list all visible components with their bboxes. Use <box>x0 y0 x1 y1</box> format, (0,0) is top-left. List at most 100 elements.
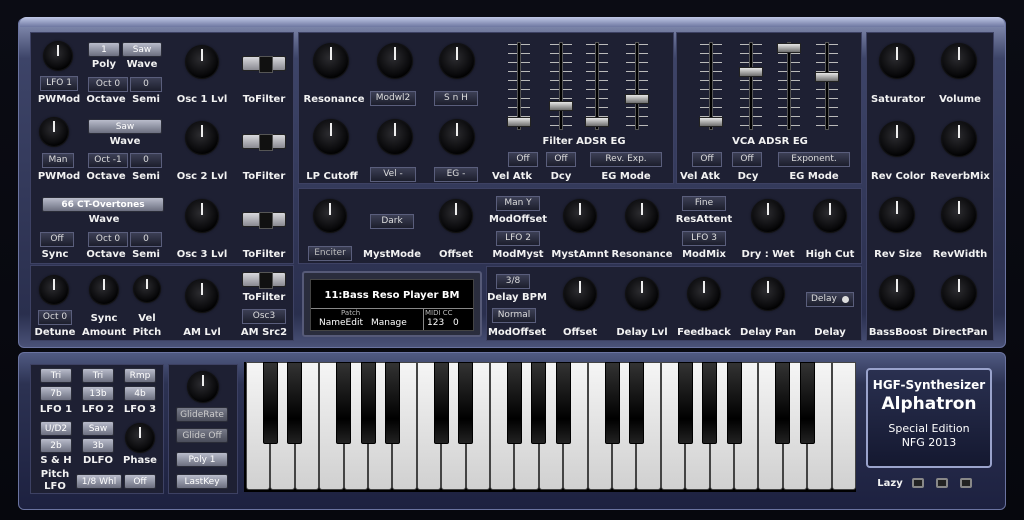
osc2-level-knob[interactable] <box>186 122 218 154</box>
dry-wet-knob[interactable] <box>752 200 784 232</box>
phase-knob[interactable] <box>126 424 154 452</box>
pitch-lfo-select[interactable]: 1/8 Whl <box>76 474 122 489</box>
rev-color-knob[interactable] <box>880 122 914 156</box>
vca-decay-slider[interactable] <box>739 67 763 77</box>
octave2-select[interactable]: Oct -1 <box>88 153 128 168</box>
delay-bpm-select[interactable]: 3/8 <box>496 274 530 289</box>
sh-wave-select[interactable]: U/D2 <box>40 421 72 436</box>
black-key[interactable] <box>775 362 791 444</box>
lfo2-rate-select[interactable]: 13b <box>82 386 114 401</box>
modmix-select[interactable]: LFO 3 <box>682 231 726 246</box>
black-key[interactable] <box>702 362 718 444</box>
sync-amount-knob[interactable] <box>90 276 118 304</box>
osc3-tofilter-switch[interactable] <box>242 212 286 229</box>
myst-modmyst-select[interactable]: LFO 2 <box>496 231 540 246</box>
wave1-select[interactable]: Saw <box>122 42 162 57</box>
man-select[interactable]: Man <box>42 153 74 168</box>
glide-rate-button[interactable]: GlideRate <box>176 407 228 422</box>
glide-off-button[interactable]: Glide Off <box>176 428 228 443</box>
black-key[interactable] <box>336 362 352 444</box>
black-key[interactable] <box>726 362 742 444</box>
reverb-mix-knob[interactable] <box>942 122 976 156</box>
saturator-knob[interactable] <box>880 44 914 78</box>
high-cut-knob[interactable] <box>814 200 846 232</box>
res-attent-select[interactable]: Fine <box>682 196 726 211</box>
enciter-knob[interactable] <box>314 200 346 232</box>
vca-sustain-slider[interactable] <box>777 43 801 53</box>
midi-cc-number[interactable]: 123 <box>427 318 444 328</box>
black-key[interactable] <box>433 362 449 444</box>
lp-cutoff-knob[interactable] <box>314 120 348 154</box>
vca-velatk-toggle[interactable]: Off <box>692 152 722 167</box>
black-key[interactable] <box>531 362 547 444</box>
semi1-select[interactable]: 0 <box>130 77 162 92</box>
manage-button[interactable]: Manage <box>371 318 407 328</box>
filter-sustain-slider[interactable] <box>585 117 609 127</box>
black-key[interactable] <box>604 362 620 444</box>
dlfo-wave-select[interactable]: Saw <box>82 421 114 436</box>
modwl-select[interactable]: Modwl2 <box>370 91 416 106</box>
dlfo-rate-select[interactable]: 3b <box>82 438 114 453</box>
sh-rate-select[interactable]: 2b <box>40 438 72 453</box>
lfo2-wave-select[interactable]: Tri <box>82 368 114 383</box>
rev-width-knob[interactable] <box>942 198 976 232</box>
volume-knob[interactable] <box>942 44 976 78</box>
vel-filter-select[interactable]: Vel - <box>370 167 416 182</box>
wave3-select[interactable]: 66 CT-Overtones <box>42 197 164 212</box>
myst-amount-knob[interactable] <box>564 200 596 232</box>
poly-select[interactable]: 1 <box>88 42 120 57</box>
lfo3-wave-select[interactable]: Rmp <box>124 368 156 383</box>
vel-filter-knob[interactable] <box>378 120 412 154</box>
delay-offset-knob[interactable] <box>564 278 596 310</box>
eg-filter-select[interactable]: EG - <box>434 167 478 182</box>
black-key[interactable] <box>677 362 693 444</box>
wave2-select[interactable]: Saw <box>88 119 162 134</box>
filter-release-slider[interactable] <box>625 94 649 104</box>
poly-mode-button[interactable]: Poly 1 <box>176 452 228 467</box>
white-key[interactable] <box>831 362 856 490</box>
midi-cc-value[interactable]: 0 <box>453 318 459 328</box>
myst-offset-knob[interactable] <box>440 200 472 232</box>
am-level-knob[interactable] <box>186 280 218 312</box>
filter-egmode-select[interactable]: Rev. Exp. <box>590 152 662 167</box>
black-key[interactable] <box>287 362 303 444</box>
pwmod1-knob[interactable] <box>44 42 72 70</box>
delay-level-knob[interactable] <box>626 278 658 310</box>
vca-egmode-select[interactable]: Exponent. <box>778 152 850 167</box>
delay-toggle[interactable]: Delay <box>806 292 854 307</box>
glide-rate-knob[interactable] <box>188 372 218 402</box>
delay-modoffset-select[interactable]: Normal <box>492 308 536 323</box>
bass-boost-knob[interactable] <box>880 276 914 310</box>
feedback-knob[interactable] <box>688 278 720 310</box>
semi2-select[interactable]: 0 <box>130 153 162 168</box>
osc1-tofilter-switch[interactable] <box>242 56 286 73</box>
modwl-knob[interactable] <box>378 44 412 78</box>
sync-toggle[interactable]: Off <box>40 232 74 247</box>
vca-release-slider[interactable] <box>815 72 839 82</box>
octave1-select[interactable]: Oct 0 <box>88 77 128 92</box>
detune-knob[interactable] <box>40 276 68 304</box>
osc3-level-knob[interactable] <box>186 200 218 232</box>
snh-knob[interactable] <box>440 44 474 78</box>
osc2-tofilter-switch[interactable] <box>242 134 286 151</box>
lfo3-rate-select[interactable]: 4b <box>124 386 156 401</box>
black-key[interactable] <box>555 362 571 444</box>
am-src-select[interactable]: Osc3 <box>242 309 286 324</box>
delay-pan-knob[interactable] <box>752 278 784 310</box>
lazy-indicator-3[interactable] <box>960 478 972 488</box>
eg-filter-knob[interactable] <box>440 120 474 154</box>
lastkey-button[interactable]: LastKey <box>176 474 228 489</box>
octave3-select[interactable]: Oct 0 <box>88 232 128 247</box>
semi3-select[interactable]: 0 <box>130 232 162 247</box>
black-key[interactable] <box>799 362 815 444</box>
pwmod2-knob[interactable] <box>40 118 68 146</box>
lfo1-select[interactable]: LFO 1 <box>40 76 78 91</box>
myst-modoffset-select[interactable]: Man Y <box>496 196 540 211</box>
direct-pan-knob[interactable] <box>942 276 976 310</box>
lazy-indicator-2[interactable] <box>936 478 948 488</box>
patch-name[interactable]: 11:Bass Reso Player BM <box>311 290 473 301</box>
osc1-level-knob[interactable] <box>186 46 218 78</box>
filter-dcy-toggle[interactable]: Off <box>546 152 576 167</box>
lfo1-wave-select[interactable]: Tri <box>40 368 72 383</box>
black-key[interactable] <box>384 362 400 444</box>
